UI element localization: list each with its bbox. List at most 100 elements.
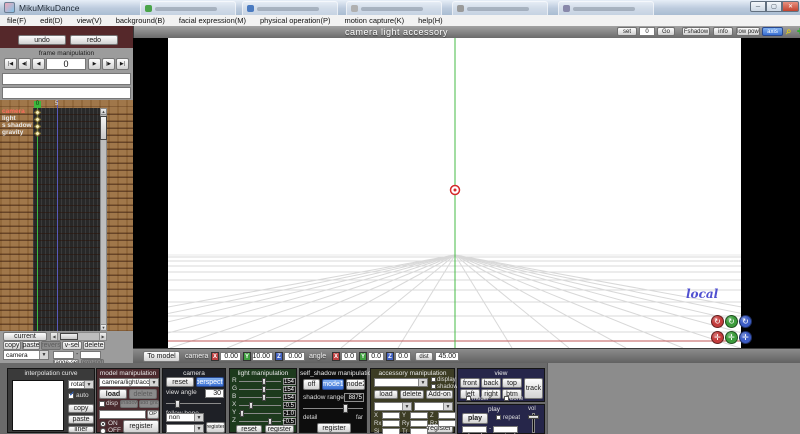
dist-field[interactable]: 45.00 xyxy=(435,352,459,361)
zoom-icon[interactable]: ⌕ xyxy=(786,26,792,37)
accessory-load-button[interactable]: load xyxy=(374,390,398,399)
menu-item-physical-operation-p-[interactable]: physical operation(P) xyxy=(253,15,337,26)
menu-item-facial-expression-m-[interactable]: facial expression(M) xyxy=(172,15,253,26)
interp-channel-select[interactable]: rotation ▼ xyxy=(68,380,94,389)
vscroll-up-arrow[interactable]: ▲ xyxy=(100,108,107,115)
light-reset-button[interactable]: reset xyxy=(236,425,262,433)
model-load-button[interactable]: load xyxy=(99,389,127,399)
timeline-row-label-gravity[interactable]: gravity xyxy=(2,129,23,137)
light-r-slider[interactable] xyxy=(239,381,281,382)
delete-button[interactable]: delete xyxy=(83,341,105,350)
light-z-slider-thumb[interactable] xyxy=(267,418,272,425)
dist-button[interactable]: dist xyxy=(415,352,433,361)
model-register-button[interactable]: register xyxy=(123,420,159,433)
hscroll-thumb[interactable] xyxy=(60,333,78,340)
menu-item-file-f-[interactable]: file(F) xyxy=(0,15,33,26)
hscroll-left-arrow[interactable]: ◀ xyxy=(50,332,58,341)
target-select[interactable]: camera ▼ xyxy=(3,350,49,360)
angle-y-field[interactable]: 0.0 xyxy=(368,352,384,361)
light-y-value[interactable]: -1.0 xyxy=(283,410,296,417)
light-b-value[interactable]: 154 xyxy=(283,394,296,401)
cam-z-field[interactable]: 0.00 xyxy=(284,352,305,361)
view-back-button[interactable]: back xyxy=(481,378,501,388)
x-move-gizmo-icon[interactable]: ✛ xyxy=(711,331,724,344)
title-bar[interactable]: MikuMikuDance ─ ▢ ✕ xyxy=(0,0,800,16)
op-on-radio[interactable] xyxy=(100,421,106,427)
light-x-value[interactable]: -0.5 xyxy=(283,402,296,409)
accessory-rx-field[interactable] xyxy=(382,420,400,427)
interp-copy-button[interactable]: copy xyxy=(68,404,94,413)
lowpow-button[interactable]: low pow xyxy=(736,27,760,36)
minimize-button[interactable]: ─ xyxy=(750,1,766,12)
attach-model-select[interactable]: ▼ xyxy=(374,402,412,411)
repeat-checkbox[interactable] xyxy=(496,415,501,420)
maximize-button[interactable]: ▢ xyxy=(766,1,782,12)
reverse-button[interactable]: revers xyxy=(41,341,61,350)
accessory-si-field[interactable] xyxy=(382,428,400,434)
accessory-x-field[interactable] xyxy=(382,412,400,419)
perspective-button[interactable]: perspect. xyxy=(196,377,224,387)
camera-reset-button[interactable]: reset xyxy=(166,377,194,387)
range-end-field[interactable] xyxy=(80,351,101,359)
light-g-slider[interactable] xyxy=(239,389,281,390)
add-gnd-button[interactable]: add gnd xyxy=(139,400,159,408)
view-model-checkbox[interactable] xyxy=(466,396,471,401)
light-z-value[interactable]: +0.5 xyxy=(282,418,296,425)
view-bone-checkbox[interactable] xyxy=(504,396,509,401)
z-move-gizmo-icon[interactable]: ✛ xyxy=(739,331,752,344)
menu-item-motion-capture-k-[interactable]: motion capture(K) xyxy=(337,15,411,26)
follow-bone-select[interactable]: non ▼ xyxy=(166,413,204,422)
viewport[interactable]: local ↻ ↻ ↻ ✛ ✛ ✛ xyxy=(133,38,800,348)
accessory-tr-field[interactable] xyxy=(410,428,428,434)
light-register-button[interactable]: register xyxy=(265,425,294,433)
accessory-select[interactable]: ▼ xyxy=(374,378,428,387)
light-z-slider[interactable] xyxy=(239,421,281,422)
light-r-slider-thumb[interactable] xyxy=(261,378,266,385)
x-rotate-gizmo-icon[interactable]: ↻ xyxy=(711,315,724,328)
camera-register-button[interactable]: register xyxy=(206,422,225,433)
angle-z-field[interactable]: 0.0 xyxy=(395,352,411,361)
shadow-mode2-button[interactable]: mode2 xyxy=(346,379,365,390)
hscroll-right-arrow[interactable]: ▶ xyxy=(99,332,107,341)
y-move-gizmo-icon[interactable]: ✛ xyxy=(725,331,738,344)
frame-nav-button-3[interactable]: ▶ xyxy=(88,58,101,70)
model-select[interactable]: camera/light/accessory▼ xyxy=(99,378,159,387)
vsel-button[interactable]: v-sel xyxy=(62,341,82,350)
interp-liner-button[interactable]: liner xyxy=(68,426,94,433)
light-b-slider-thumb[interactable] xyxy=(261,394,266,401)
light-x-slider[interactable] xyxy=(239,405,281,406)
axis-button[interactable]: axis xyxy=(762,27,783,36)
view-front-button[interactable]: front xyxy=(460,378,480,388)
light-r-value[interactable]: 154 xyxy=(283,378,296,385)
range-start-field[interactable] xyxy=(53,351,74,359)
fshadow-button[interactable]: Fshadow xyxy=(682,27,710,36)
play-button[interactable]: play xyxy=(462,413,488,424)
undo-button[interactable]: undo xyxy=(18,35,66,45)
menu-item-view-v-[interactable]: view(V) xyxy=(70,15,109,26)
to-model-button[interactable]: To model xyxy=(143,351,180,362)
interp-paste-button[interactable]: paste xyxy=(68,415,94,424)
go-button[interactable]: Go xyxy=(657,27,675,36)
menu-item-background-b-[interactable]: background(B) xyxy=(109,15,172,26)
selection-listbox[interactable] xyxy=(2,87,131,99)
interpolation-canvas[interactable] xyxy=(12,380,64,431)
op-off-radio[interactable] xyxy=(100,428,106,434)
frame-nav-button-4[interactable]: |▶ xyxy=(102,58,115,70)
accessory-delete-button[interactable]: delete xyxy=(400,390,424,399)
bone-listbox[interactable] xyxy=(2,73,131,85)
shadow-range-slider[interactable] xyxy=(303,408,363,409)
accessory-add-on-button[interactable]: Add-on xyxy=(426,390,453,399)
angle-x-field[interactable]: 0.0 xyxy=(341,352,357,361)
light-x-slider-thumb[interactable] xyxy=(248,402,253,409)
frame-field[interactable]: 0 xyxy=(46,58,86,70)
view-angle-field[interactable]: 30 xyxy=(205,389,224,398)
frame-number-input[interactable]: 0 xyxy=(639,27,655,36)
accessory-ry-field[interactable] xyxy=(410,420,428,427)
shadow-off-button[interactable]: off xyxy=(303,379,320,390)
shadow-range-value[interactable]: 8875 xyxy=(344,393,364,402)
set-button[interactable]: set xyxy=(617,27,637,36)
shadow-range-slider-thumb[interactable] xyxy=(342,404,348,413)
frame-nav-button-2[interactable]: ◀ xyxy=(32,58,45,70)
accessory-y-field[interactable] xyxy=(410,412,428,419)
light-y-slider-thumb[interactable] xyxy=(239,410,244,417)
